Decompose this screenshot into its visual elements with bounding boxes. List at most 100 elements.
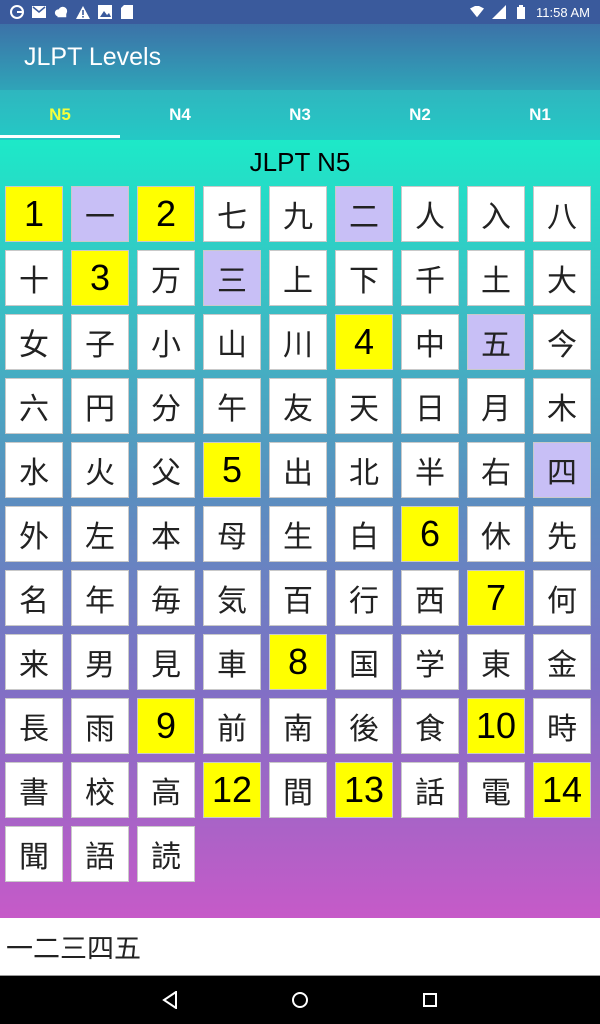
kanji-cell[interactable]: 今 [533,314,591,370]
kanji-cell[interactable]: 四 [533,442,591,498]
home-icon[interactable] [290,990,310,1010]
tab-n5[interactable]: N5 [0,90,120,140]
group-marker-cell[interactable]: 12 [203,762,261,818]
kanji-cell[interactable]: 雨 [71,698,129,754]
kanji-cell[interactable]: 百 [269,570,327,626]
tab-n2[interactable]: N2 [360,90,480,140]
kanji-cell[interactable]: 半 [401,442,459,498]
kanji-cell[interactable]: 聞 [5,826,63,882]
kanji-cell[interactable]: 東 [467,634,525,690]
kanji-cell[interactable]: 北 [335,442,393,498]
kanji-cell[interactable]: 一 [71,186,129,242]
kanji-cell[interactable]: 分 [137,378,195,434]
kanji-cell[interactable]: 語 [71,826,129,882]
group-marker-cell[interactable]: 2 [137,186,195,242]
kanji-cell[interactable]: 西 [401,570,459,626]
kanji-cell[interactable]: 月 [467,378,525,434]
kanji-cell[interactable]: 山 [203,314,261,370]
kanji-cell[interactable]: 名 [5,570,63,626]
tab-n3[interactable]: N3 [240,90,360,140]
kanji-cell[interactable]: 時 [533,698,591,754]
tab-n1[interactable]: N1 [480,90,600,140]
kanji-cell[interactable]: 左 [71,506,129,562]
kanji-cell[interactable]: 長 [5,698,63,754]
kanji-cell[interactable]: 年 [71,570,129,626]
kanji-cell[interactable]: 食 [401,698,459,754]
kanji-cell[interactable]: 七 [203,186,261,242]
kanji-cell[interactable]: 九 [269,186,327,242]
group-marker-cell[interactable]: 5 [203,442,261,498]
kanji-cell[interactable]: 天 [335,378,393,434]
kanji-cell[interactable]: 先 [533,506,591,562]
recents-icon[interactable] [420,990,440,1010]
kanji-cell[interactable]: 来 [5,634,63,690]
kanji-cell[interactable]: 日 [401,378,459,434]
kanji-cell[interactable]: 母 [203,506,261,562]
kanji-cell[interactable]: 金 [533,634,591,690]
kanji-cell[interactable]: 高 [137,762,195,818]
kanji-cell[interactable]: 国 [335,634,393,690]
kanji-cell[interactable]: 書 [5,762,63,818]
kanji-cell[interactable]: 南 [269,698,327,754]
group-marker-cell[interactable]: 6 [401,506,459,562]
kanji-cell[interactable]: 学 [401,634,459,690]
group-marker-cell[interactable]: 13 [335,762,393,818]
kanji-cell[interactable]: 前 [203,698,261,754]
kanji-cell[interactable]: 入 [467,186,525,242]
back-icon[interactable] [160,990,180,1010]
group-marker-cell[interactable]: 1 [5,186,63,242]
kanji-cell[interactable]: 白 [335,506,393,562]
kanji-cell[interactable]: 後 [335,698,393,754]
kanji-cell[interactable]: 円 [71,378,129,434]
kanji-cell[interactable]: 万 [137,250,195,306]
kanji-cell[interactable]: 何 [533,570,591,626]
kanji-cell[interactable]: 男 [71,634,129,690]
group-marker-cell[interactable]: 7 [467,570,525,626]
kanji-cell[interactable]: 出 [269,442,327,498]
kanji-cell[interactable]: 気 [203,570,261,626]
kanji-cell[interactable]: 下 [335,250,393,306]
kanji-cell[interactable]: 右 [467,442,525,498]
kanji-cell[interactable]: 読 [137,826,195,882]
kanji-cell[interactable]: 毎 [137,570,195,626]
kanji-cell[interactable]: 川 [269,314,327,370]
group-marker-cell[interactable]: 8 [269,634,327,690]
kanji-cell[interactable]: 休 [467,506,525,562]
kanji-cell[interactable]: 小 [137,314,195,370]
kanji-cell[interactable]: 父 [137,442,195,498]
kanji-cell[interactable]: 女 [5,314,63,370]
kanji-cell[interactable]: 六 [5,378,63,434]
kanji-cell[interactable]: 十 [5,250,63,306]
kanji-cell[interactable]: 子 [71,314,129,370]
kanji-cell[interactable]: 二 [335,186,393,242]
kanji-cell[interactable]: 大 [533,250,591,306]
kanji-cell[interactable]: 生 [269,506,327,562]
kanji-cell[interactable]: 八 [533,186,591,242]
kanji-cell[interactable]: 午 [203,378,261,434]
kanji-cell[interactable]: 行 [335,570,393,626]
group-marker-cell[interactable]: 9 [137,698,195,754]
group-marker-cell[interactable]: 4 [335,314,393,370]
kanji-cell[interactable]: 車 [203,634,261,690]
kanji-cell[interactable]: 火 [71,442,129,498]
kanji-cell[interactable]: 本 [137,506,195,562]
kanji-cell[interactable]: 中 [401,314,459,370]
kanji-cell[interactable]: 人 [401,186,459,242]
kanji-cell[interactable]: 水 [5,442,63,498]
kanji-cell[interactable]: 間 [269,762,327,818]
kanji-cell[interactable]: 土 [467,250,525,306]
selection-bar[interactable]: 一二三四五 [0,918,600,976]
group-marker-cell[interactable]: 3 [71,250,129,306]
group-marker-cell[interactable]: 10 [467,698,525,754]
kanji-cell[interactable]: 見 [137,634,195,690]
tab-n4[interactable]: N4 [120,90,240,140]
kanji-cell[interactable]: 千 [401,250,459,306]
kanji-cell[interactable]: 五 [467,314,525,370]
kanji-cell[interactable]: 電 [467,762,525,818]
kanji-cell[interactable]: 外 [5,506,63,562]
kanji-cell[interactable]: 上 [269,250,327,306]
kanji-cell[interactable]: 校 [71,762,129,818]
kanji-cell[interactable]: 三 [203,250,261,306]
kanji-cell[interactable]: 木 [533,378,591,434]
kanji-cell[interactable]: 友 [269,378,327,434]
